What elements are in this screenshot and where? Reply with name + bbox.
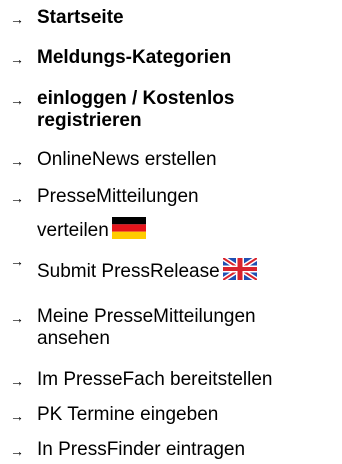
menu-item-submit-pressrelease[interactable]: → Submit PressRelease xyxy=(0,252,320,286)
menu-item-label-line2: ansehen xyxy=(37,328,110,349)
menu-item-label: Meldungs-Kategorien xyxy=(37,47,232,68)
arrow-right-icon: → xyxy=(10,443,24,459)
menu-item-meine-pressemitteilungen[interactable]: → Meine PresseMitteilungen ansehen xyxy=(0,305,300,355)
menu-item-label-line2: verteilen xyxy=(37,220,109,241)
menu-item-startseite[interactable]: → Startseite xyxy=(0,6,300,32)
menu-item-label-wrap: Submit PressRelease xyxy=(37,255,259,287)
menu-item-label-line1: einloggen / Kostenlos xyxy=(37,88,235,109)
menu-item-onlinenews-erstellen[interactable]: → OnlineNews erstellen xyxy=(0,148,300,174)
menu-item-label: In PressFinder eintragen xyxy=(37,439,246,460)
arrow-right-icon: → xyxy=(10,153,24,169)
menu-item-label-line2-wrap: verteilen xyxy=(37,217,146,246)
menu-item-label-line2: registrieren xyxy=(37,110,142,131)
menu-item-pk-termine-eingeben[interactable]: → PK Termine eingeben xyxy=(0,403,300,429)
menu-item-label: Submit PressRelease xyxy=(37,261,220,282)
arrow-right-icon: → xyxy=(10,11,24,27)
menu-item-meldungs-kategorien[interactable]: → Meldungs-Kategorien xyxy=(0,46,300,72)
menu-item-pressfinder-eintragen[interactable]: → In PressFinder eintragen xyxy=(0,438,300,464)
german-flag-svg xyxy=(111,217,146,239)
uk-flag-svg xyxy=(221,255,259,283)
german-flag-icon xyxy=(111,217,146,246)
arrow-right-icon: → xyxy=(10,51,24,67)
menu-item-label: Startseite xyxy=(37,7,124,28)
arrow-right-icon: → xyxy=(10,92,24,108)
menu-item-label: PK Termine eingeben xyxy=(37,404,219,425)
arrow-right-icon: → xyxy=(10,190,24,206)
uk-flag-icon xyxy=(221,255,259,287)
arrow-right-icon: → xyxy=(10,373,24,389)
menu-item-label: Im PresseFach bereitstellen xyxy=(37,369,273,390)
arrow-right-icon: → xyxy=(10,408,24,424)
menu-item-label-line1: PresseMitteilungen xyxy=(37,186,199,207)
menu-item-label-line1: Meine PresseMitteilungen xyxy=(37,306,256,327)
menu-item-pressefach-bereitstellen[interactable]: → Im PresseFach bereitstellen xyxy=(0,368,320,394)
menu-item-pressemitteilungen-verteilen[interactable]: → PresseMitteilungen verteilen xyxy=(0,185,300,247)
arrow-right-icon: → xyxy=(10,310,24,326)
menu-item-label: OnlineNews erstellen xyxy=(37,149,217,170)
menu-item-login-register[interactable]: → einloggen / Kostenlos registrieren xyxy=(0,87,300,137)
arrow-right-icon: → xyxy=(10,253,24,269)
sidebar-menu: → Startseite → Meldungs-Kategorien → ein… xyxy=(0,0,342,464)
